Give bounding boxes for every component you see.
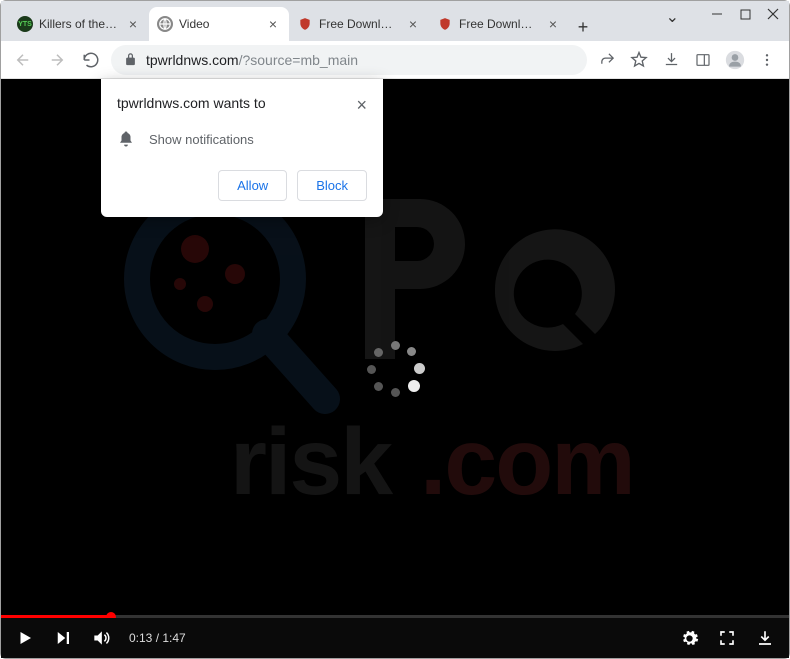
tab-overflow-icon[interactable]: ⌄ [666,7,679,27]
tab-title: Free Download [319,17,399,31]
maximize-button[interactable] [731,3,759,25]
tab-title: Free Download [459,17,539,31]
fullscreen-button[interactable] [717,628,737,648]
profile-button[interactable] [721,46,749,74]
bookmark-button[interactable] [625,46,653,74]
video-controls: 0:13 / 1:47 [1,618,789,658]
video-time: 0:13 / 1:47 [129,631,186,645]
permission-site-label: tpwrldnws.com wants to [117,95,266,111]
minimize-button[interactable] [703,3,731,25]
favicon-globe [157,16,173,32]
address-bar: tpwrldnws.com/?source=mb_main [1,41,789,79]
notification-permission-dialog: tpwrldnws.com wants to × Show notificati… [101,79,383,217]
close-tab-icon[interactable]: × [265,16,281,32]
download-video-button[interactable] [755,628,775,648]
back-button[interactable] [9,46,37,74]
favicon-shield [297,16,313,32]
omnibox[interactable]: tpwrldnws.com/?source=mb_main [111,45,587,75]
tab-title: Killers of the Flo [39,17,119,31]
loading-spinner [365,339,425,399]
tab-freedl2[interactable]: Free Download × [429,7,569,41]
next-button[interactable] [53,628,73,648]
bell-icon [117,130,135,148]
close-tab-icon[interactable]: × [125,16,141,32]
new-tab-button[interactable]: + [569,13,597,41]
toolbar-right [593,46,781,74]
settings-button[interactable] [679,628,699,648]
favicon-yts: YTS [17,16,33,32]
window-controls [703,3,787,25]
close-window-button[interactable] [759,3,787,25]
url-text: tpwrldnws.com/?source=mb_main [146,52,358,68]
tab-freedl1[interactable]: Free Download × [289,7,429,41]
play-button[interactable] [15,628,35,648]
tab-title: Video [179,17,259,31]
forward-button[interactable] [43,46,71,74]
sidepanel-button[interactable] [689,46,717,74]
downloads-button[interactable] [657,46,685,74]
tab-video[interactable]: Video × [149,7,289,41]
reload-button[interactable] [77,46,105,74]
lock-icon [123,52,138,67]
svg-text:.com: .com [420,409,634,515]
svg-text:risk: risk [230,409,393,515]
volume-button[interactable] [91,628,111,648]
share-button[interactable] [593,46,621,74]
block-button[interactable]: Block [297,170,367,201]
tab-strip: YTS Killers of the Flo × Video × Free Do… [9,7,597,41]
close-dialog-button[interactable]: × [356,95,367,116]
menu-button[interactable] [753,46,781,74]
close-tab-icon[interactable]: × [405,16,421,32]
window-title-bar: YTS Killers of the Flo × Video × Free Do… [1,1,789,41]
allow-button[interactable]: Allow [218,170,287,201]
tab-killers[interactable]: YTS Killers of the Flo × [9,7,149,41]
favicon-shield [437,16,453,32]
close-tab-icon[interactable]: × [545,16,561,32]
permission-request-label: Show notifications [149,132,254,147]
